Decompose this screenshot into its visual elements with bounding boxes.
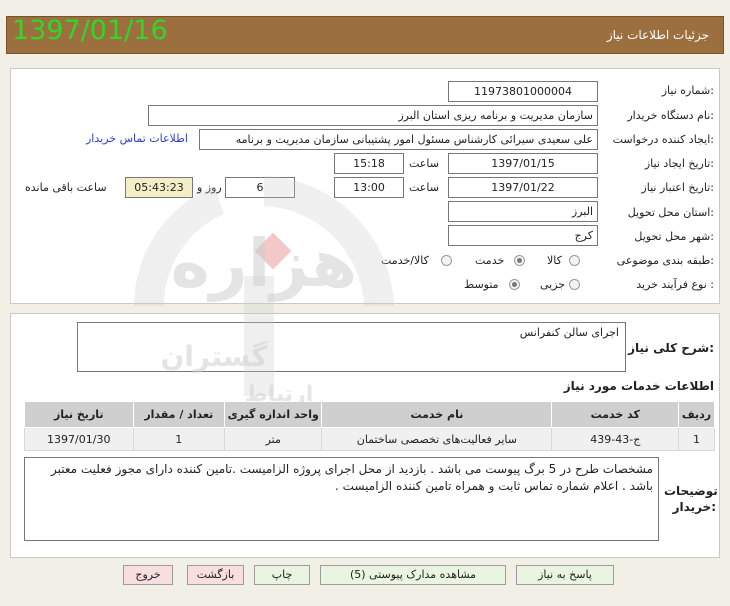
back-button[interactable]: بازگشت — [187, 565, 244, 585]
header-date: 1397/01/16 — [12, 15, 168, 46]
process-type-label: نوع فرآیند خرید : — [636, 278, 714, 291]
province-field: البرز — [448, 201, 598, 222]
category-label: طبقه بندی موضوعی: — [616, 254, 714, 267]
days-remaining-field: 6 — [225, 177, 295, 198]
cell-service-code: ج-43-439 — [551, 427, 680, 451]
col-quantity: تعداد / مقدار — [132, 401, 226, 428]
city-field: کرج — [448, 225, 598, 246]
exit-button[interactable]: خروج — [123, 565, 173, 585]
cell-quantity: 1 — [132, 427, 226, 451]
requester-field: علی سعیدی سیرائی کارشناس مسئول امور پشتی… — [199, 129, 598, 150]
validity-date-field: 1397/01/22 — [448, 177, 598, 198]
buyer-notes-textarea[interactable]: مشخصات طرح در 5 برگ پیوست می باشد . بازد… — [24, 457, 659, 541]
province-label: استان محل تحویل: — [627, 206, 714, 219]
remaining-time-label: ساعت باقی مانده — [25, 181, 107, 194]
category-service-label: خدمت — [475, 254, 505, 267]
cell-need-date: 1397/01/30 — [24, 427, 134, 451]
created-time-field: 15:18 — [334, 153, 404, 174]
validity-time-label: ساعت — [409, 181, 439, 194]
cell-unit: متر — [224, 427, 323, 451]
buyer-notes-text: مشخصات طرح در 5 برگ پیوست می باشد . بازد… — [51, 462, 653, 493]
page-title: جزئیات اطلاعات نیاز — [606, 28, 709, 42]
cell-row-number: 1 — [678, 427, 715, 451]
category-goods-label: کالا — [547, 254, 562, 267]
category-service-radio[interactable] — [514, 255, 525, 266]
category-goods-radio[interactable] — [569, 255, 580, 266]
need-number-label: شماره نیاز: — [661, 84, 714, 97]
buyer-org-label: نام دستگاه خریدار: — [627, 109, 714, 122]
summary-label: شرح کلی نیاز: — [628, 341, 714, 355]
process-partial-label: جزیی — [540, 278, 566, 291]
buyer-notes-label: توضیحات خریدار: — [664, 484, 718, 514]
city-label: شهر محل تحویل: — [634, 230, 714, 243]
reply-button[interactable]: پاسخ به نیاز — [516, 565, 614, 585]
days-label: روز و — [197, 181, 222, 194]
requester-label: ایجاد کننده درخواست: — [612, 133, 714, 146]
cell-service-name: سایر فعالیت‌های تخصصی ساختمان — [321, 427, 553, 451]
view-attachments-button[interactable]: مشاهده مدارک پیوستی (5) — [320, 565, 506, 585]
col-service-code: کد خدمت — [551, 401, 680, 428]
validity-date-label: تاریخ اعتبار نیاز: — [641, 181, 714, 194]
category-goods-service-radio[interactable] — [441, 255, 452, 266]
created-date-label: تاریخ ایجاد نیاز: — [644, 157, 714, 170]
category-goods-service-label: کالا/خدمت — [381, 254, 429, 267]
col-unit: واحد اندازه گیری — [224, 401, 323, 428]
print-button[interactable]: چاپ — [254, 565, 310, 585]
need-number-field: 11973801000004 — [448, 81, 598, 102]
process-medium-label: متوسط — [464, 278, 499, 291]
created-date-field: 1397/01/15 — [448, 153, 598, 174]
table-row: 1397/01/30 1 متر سایر فعالیت‌های تخصصی س… — [24, 427, 715, 451]
process-partial-radio[interactable] — [569, 279, 580, 290]
col-service-name: نام خدمت — [321, 401, 553, 428]
summary-text: اجرای سالن کنفرانس — [519, 326, 619, 339]
col-need-date: تاریخ نیاز — [24, 401, 134, 428]
buyer-contact-link[interactable]: اطلاعات تماس خریدار — [86, 132, 188, 145]
summary-textarea[interactable]: اجرای سالن کنفرانس — [77, 322, 626, 372]
buyer-org-field: سازمان مدیریت و برنامه ریزی استان البرز — [148, 105, 598, 126]
services-table: تاریخ نیاز تعداد / مقدار واحد اندازه گیر… — [24, 401, 715, 451]
validity-time-field: 13:00 — [334, 177, 404, 198]
remaining-time-field: 05:43:23 — [125, 177, 193, 198]
process-medium-radio[interactable] — [509, 279, 520, 290]
col-row-number: ردیف — [678, 401, 715, 428]
services-section-title: اطلاعات خدمات مورد نیاز — [563, 379, 714, 393]
page-header: 1397/01/16 جزئیات اطلاعات نیاز — [6, 15, 724, 54]
created-time-label: ساعت — [409, 157, 439, 170]
